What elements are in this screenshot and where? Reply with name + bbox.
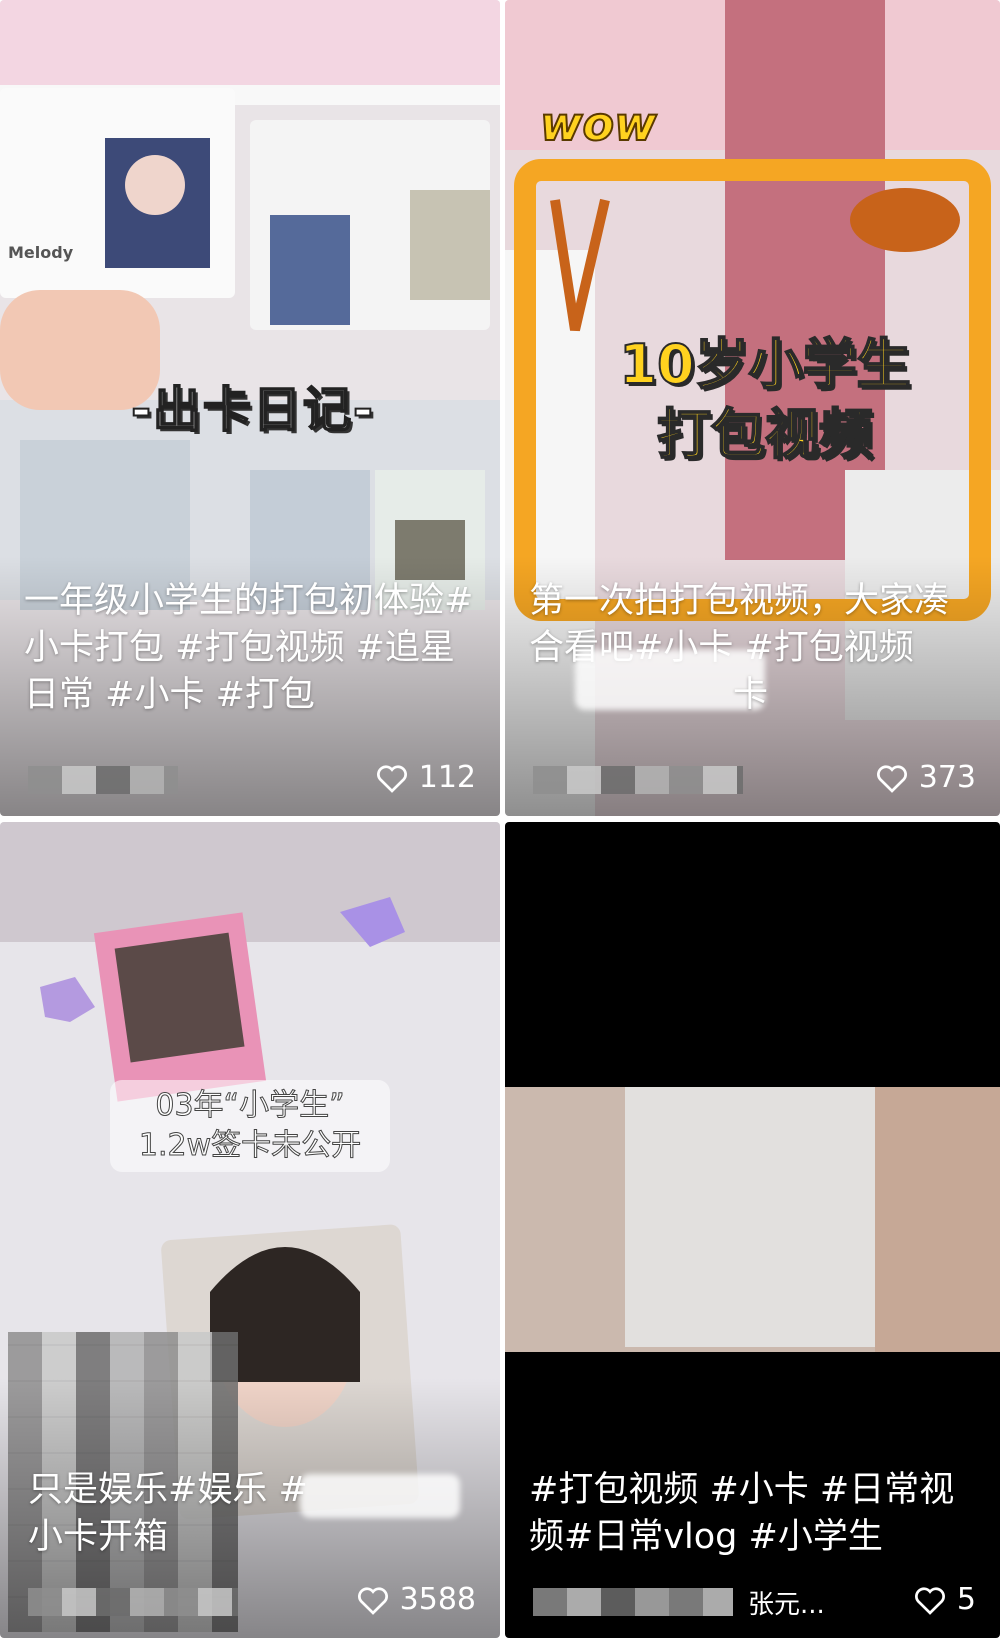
like-button[interactable]: 373: [875, 760, 976, 795]
like-button[interactable]: 112: [375, 760, 476, 795]
video-feed-grid: Melody -出卡日记- 一年级小学生的打包初体验#小卡打包 #打包视频 #追…: [0, 0, 1000, 1638]
video-card-2[interactable]: wow 10岁小学生 打包视频 第一次拍打包视频，大家凑合看吧#小卡 #打包视频…: [505, 0, 1000, 816]
video-caption: #打包视频 #小卡 #日常视频#日常vlog #小学生: [529, 1470, 955, 1557]
sticker-text: wow: [540, 97, 657, 151]
video-card-3[interactable]: 03年“小学生” 1.2w签卡未公开 只是娱乐#娱乐 # 小卡开箱 3588: [0, 822, 500, 1638]
author-name[interactable]: 张元...: [748, 1584, 825, 1621]
overlay-title: -出卡日记-: [130, 381, 375, 439]
heart-outline-icon: [914, 1586, 945, 1615]
heart-outline-icon: [876, 764, 907, 793]
heart-outline-icon: [376, 764, 407, 793]
video-caption: 一年级小学生的打包初体验#小卡打包 #打包视频 #追星日常 #小卡 #打包: [24, 581, 474, 715]
like-count: 112: [418, 760, 476, 795]
heart-outline-icon: [357, 1586, 388, 1615]
card-footer: 3588: [28, 1580, 476, 1624]
video-card-1[interactable]: Melody -出卡日记- 一年级小学生的打包初体验#小卡打包 #打包视频 #追…: [0, 0, 500, 816]
like-count: 373: [918, 760, 976, 795]
author-avatar-blurred[interactable]: [28, 1588, 238, 1616]
like-count: 3588: [399, 1582, 476, 1617]
overlay-title: 10岁小学生 打包视频: [618, 332, 911, 467]
author-avatar-blurred[interactable]: [533, 766, 743, 794]
sticker-text: Melody: [8, 243, 74, 262]
like-button[interactable]: 3588: [356, 1582, 476, 1617]
author-avatar-blurred[interactable]: [533, 1588, 733, 1616]
caption-redaction: [300, 1474, 460, 1518]
card-footer: 112: [28, 758, 476, 802]
author-avatar-blurred[interactable]: [28, 766, 178, 794]
card-footer: 张元... 5: [533, 1580, 976, 1624]
video-caption-line2: 小卡开箱: [28, 1517, 169, 1557]
overlay-title: 03年“小学生” 1.2w签卡未公开: [110, 1080, 390, 1172]
card-footer: 373: [533, 758, 976, 802]
like-count: 5: [956, 1582, 976, 1617]
caption-tail: 卡: [733, 675, 769, 715]
video-card-4[interactable]: #打包视频 #小卡 #日常视频#日常vlog #小学生 张元... 5: [505, 822, 1000, 1638]
like-button[interactable]: 5: [913, 1582, 976, 1617]
